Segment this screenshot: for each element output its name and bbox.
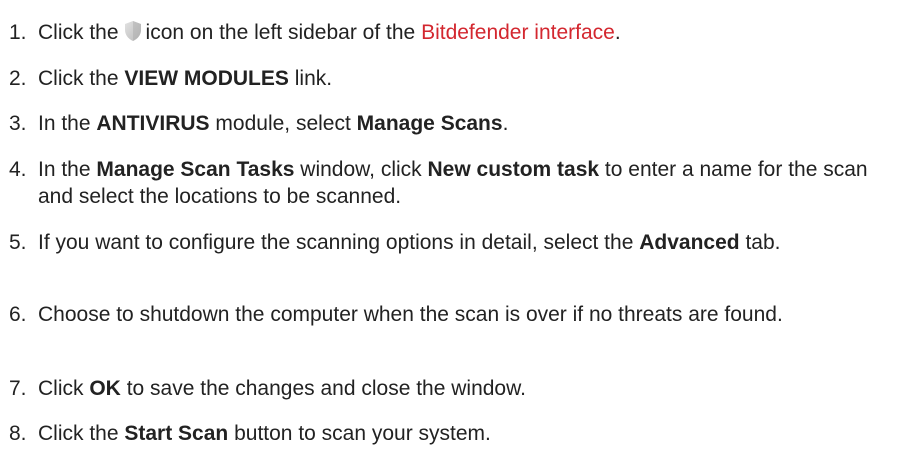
step-number: 6. — [9, 303, 27, 326]
ui-term-bold: Advanced — [639, 231, 740, 254]
step-text-segment: module, select — [215, 112, 351, 135]
step-8: 8. Click the Start Scan button to scan y… — [0, 420, 900, 447]
step-number: 7. — [9, 377, 27, 400]
step-4: 4. In the Manage Scan Tasks window, clic… — [0, 156, 900, 210]
step-text-segment: icon on the left sidebar of the — [145, 21, 416, 44]
step-text: In the Manage Scan Tasks window, click N… — [38, 156, 900, 210]
instruction-steps-list: 1. Click the icon on the left sidebar of … — [0, 0, 905, 457]
step-text: If you want to configure the scanning op… — [38, 229, 900, 256]
ui-term-bold: Manage Scan Tasks — [96, 158, 295, 181]
step-2: 2. Click the VIEW MODULES link. — [0, 65, 900, 92]
step-text-segment: In the — [38, 112, 91, 135]
step-number: 1. — [9, 21, 27, 44]
step-number: 2. — [9, 67, 27, 90]
ui-term-bold: ANTIVIRUS — [96, 112, 210, 135]
step-text: Click OK to save the changes and close t… — [38, 375, 900, 402]
step-number: 4. — [9, 158, 27, 181]
step-text: Click the Start Scan button to scan your… — [38, 420, 900, 447]
ui-term-bold: New custom task — [427, 158, 600, 181]
step-text-segment: to save the changes and close the window… — [126, 377, 526, 400]
step-text-segment: . — [614, 21, 621, 44]
step-7: 7. Click OK to save the changes and clos… — [0, 375, 900, 402]
ui-term-bold: VIEW MODULES — [124, 67, 289, 90]
step-text-segment: . — [502, 112, 509, 135]
step-text-segment: In the — [38, 158, 91, 181]
step-6: 6. Choose to shutdown the computer when … — [0, 301, 900, 328]
step-text-segment: Click the — [38, 422, 119, 445]
step-text-segment: Click the — [38, 67, 119, 90]
step-text-segment: Click the — [38, 21, 119, 44]
step-text: Click the VIEW MODULES link. — [38, 65, 900, 92]
step-text-segment: link. — [294, 67, 333, 90]
bitdefender-interface-link[interactable]: Bitdefender interface — [421, 21, 615, 44]
step-number: 8. — [9, 422, 27, 445]
ui-term-bold: Manage Scans — [356, 112, 503, 135]
step-3: 3. In the ANTIVIRUS module, select Manag… — [0, 110, 900, 137]
step-number: 5. — [9, 231, 27, 254]
step-number: 3. — [9, 112, 27, 135]
step-text: In the ANTIVIRUS module, select Manage S… — [38, 110, 900, 137]
ui-term-bold: Start Scan — [124, 422, 229, 445]
step-text-segment: Click — [38, 377, 84, 400]
step-text: Choose to shutdown the computer when the… — [38, 303, 783, 326]
step-text-segment: window, click — [300, 158, 422, 181]
step-5: 5. If you want to configure the scanning… — [0, 229, 900, 256]
shield-icon — [123, 20, 143, 42]
step-text: Click the icon on the left sidebar of the… — [38, 19, 900, 46]
step-text-segment: If you want to configure the scanning op… — [38, 231, 634, 254]
ui-term-bold: OK — [89, 377, 121, 400]
step-text-segment: tab. — [745, 231, 781, 254]
step-1: 1. Click the icon on the left sidebar of … — [0, 19, 900, 46]
step-text-segment: button to scan your system. — [234, 422, 491, 445]
